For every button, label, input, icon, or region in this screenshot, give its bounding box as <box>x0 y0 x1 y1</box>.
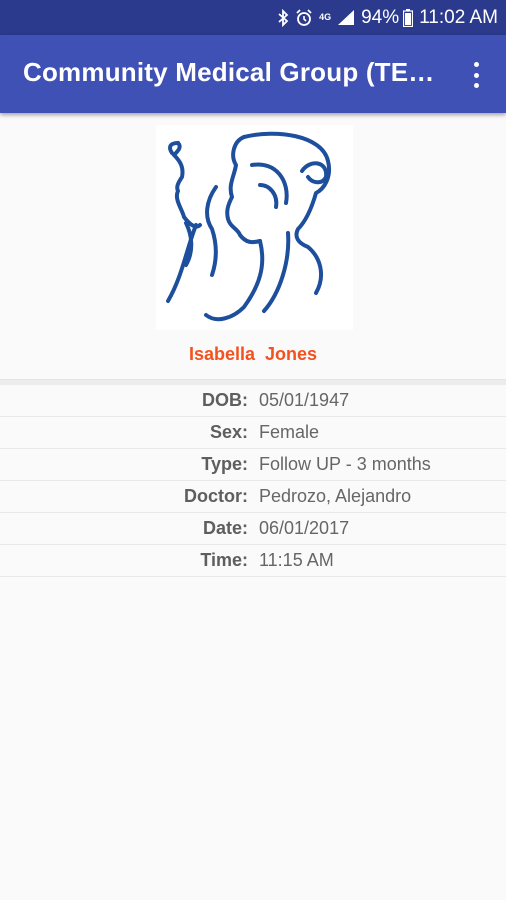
bluetooth-icon <box>277 8 289 27</box>
detail-value: Pedrozo, Alejandro <box>259 486 412 506</box>
detail-row-type: Type: Follow UP - 3 months <box>0 449 506 481</box>
detail-value: Follow UP - 3 months <box>259 454 431 474</box>
network-type-label: 4G <box>319 12 332 22</box>
detail-row-date: Date: 06/01/2017 <box>0 513 506 545</box>
detail-row-sex: Sex: Female <box>0 417 506 449</box>
detail-value: 05/01/1947 <box>259 390 350 410</box>
signal-icon <box>337 9 355 26</box>
battery-percent: 94% <box>361 6 400 28</box>
detail-label: Doctor: <box>184 486 248 506</box>
clock: 11:02 AM <box>419 6 498 28</box>
detail-label: Time: <box>200 550 248 570</box>
patient-photo <box>156 125 353 330</box>
detail-label: Type: <box>201 454 248 474</box>
detail-row-dob: DOB: 05/01/1947 <box>0 385 506 417</box>
battery-icon <box>403 8 414 27</box>
alarm-icon <box>295 8 313 27</box>
detail-value: 11:15 AM <box>259 550 334 570</box>
app-title: Community Medical Group (TE… <box>23 57 433 87</box>
app-bar: Community Medical Group (TE… <box>0 35 506 113</box>
profile-silhouette-logo <box>166 131 331 322</box>
detail-label: DOB: <box>202 390 248 410</box>
detail-value: Female <box>259 422 320 442</box>
network-type-icon: 4G <box>319 13 331 22</box>
appointment-details: DOB: 05/01/1947 Sex: Female Type: Follow… <box>0 379 506 577</box>
more-vert-icon[interactable] <box>464 60 488 90</box>
detail-value: 06/01/2017 <box>259 518 350 538</box>
detail-label: Sex: <box>209 422 248 442</box>
patient-name: Isabella Jones <box>188 344 318 364</box>
detail-label: Date: <box>202 518 248 538</box>
detail-row-time: Time: 11:15 AM <box>0 545 506 577</box>
detail-row-doctor: Doctor: Pedrozo, Alejandro <box>0 481 506 513</box>
status-bar: 4G 94% 11:02 AM <box>0 0 506 35</box>
